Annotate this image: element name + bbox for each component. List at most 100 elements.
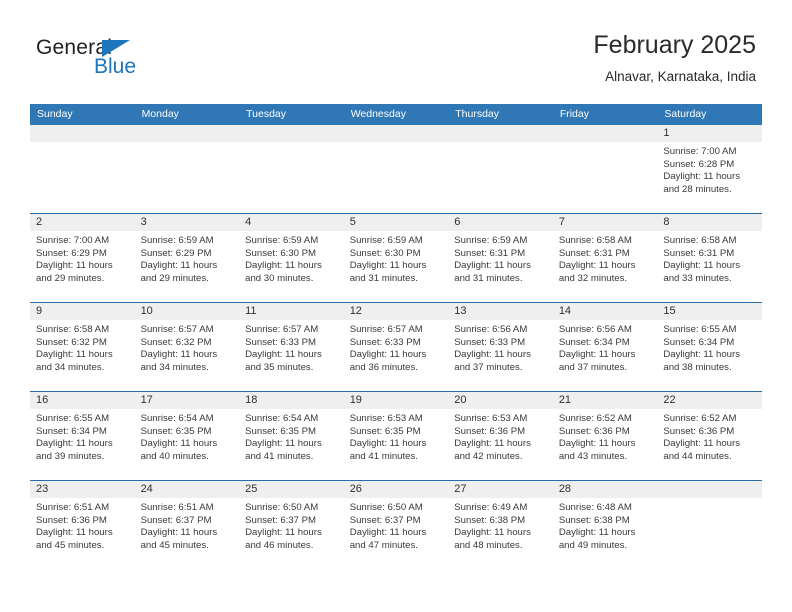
calendar-day-cell[interactable]: 17 Sunrise: 6:54 AM Sunset: 6:35 PM Dayligh… — [134, 392, 240, 480]
sunset-text: Sunset: 6:38 PM — [454, 514, 526, 526]
sunset-text: Sunset: 6:36 PM — [663, 425, 735, 437]
daylight-text-line2: and 45 minutes. — [36, 540, 105, 552]
calendar-day-cell[interactable]: 8 Sunrise: 6:58 AM Sunset: 6:31 PM Daylight… — [657, 214, 762, 302]
daylight-text-line1: Daylight: 11 hours — [245, 349, 322, 361]
daylight-text-line2: and 28 minutes. — [663, 184, 732, 196]
calendar-day-cell[interactable]: 23 Sunrise: 6:51 AM Sunset: 6:36 PM Dayligh… — [30, 481, 135, 569]
calendar-day-cell[interactable]: 2 Sunrise: 7:00 AM Sunset: 6:29 PM Daylight… — [30, 214, 135, 302]
sunrise-text: Sunrise: 6:57 AM — [140, 324, 214, 335]
sunrise-text: Sunrise: 6:59 AM — [245, 235, 319, 246]
sunrise-text: Sunrise: 6:59 AM — [349, 235, 423, 246]
calendar-weeks: 1 Sunrise: 7:00 AM Sunset: 6:28 PM Daylight… — [30, 125, 762, 569]
daylight-text-line2: and 29 minutes. — [36, 273, 105, 285]
day-details: Sunrise: 6:53 AM Sunset: 6:35 PM Daylight:… — [344, 409, 449, 464]
calendar-day-cell[interactable]: 28 Sunrise: 6:48 AM Sunset: 6:38 PM Dayligh… — [552, 481, 658, 569]
daylight-text-line1: Daylight: 11 hours — [454, 260, 531, 272]
calendar-day-cell[interactable]: 21 Sunrise: 6:52 AM Sunset: 6:36 PM Dayligh… — [552, 392, 658, 480]
day-details: Sunrise: 7:00 AM Sunset: 6:28 PM Daylight:… — [657, 142, 762, 197]
sunset-text: Sunset: 6:30 PM — [349, 247, 421, 259]
calendar-day-cell[interactable]: 16 Sunrise: 6:55 AM Sunset: 6:34 PM Dayligh… — [30, 392, 135, 480]
sunrise-text: Sunrise: 6:55 AM — [36, 413, 110, 424]
daylight-text-line1: Daylight: 11 hours — [140, 349, 218, 361]
calendar-day-cell-empty — [657, 481, 762, 569]
day-number: 13 — [448, 303, 553, 320]
day-details: Sunrise: 7:00 AM Sunset: 6:29 PM Daylight:… — [30, 231, 135, 286]
calendar-day-cell[interactable]: 4 Sunrise: 6:59 AM Sunset: 6:30 PM Daylight… — [239, 214, 344, 302]
sunset-text: Sunset: 6:31 PM — [454, 247, 526, 259]
sunrise-text: Sunrise: 6:50 AM — [245, 502, 319, 513]
sunrise-text: Sunrise: 6:51 AM — [36, 502, 110, 513]
sunset-text: Sunset: 6:36 PM — [558, 425, 630, 437]
calendar-day-cell[interactable]: 19 Sunrise: 6:53 AM Sunset: 6:35 PM Dayligh… — [343, 392, 449, 480]
day-details: Sunrise: 6:50 AM Sunset: 6:37 PM Daylight:… — [239, 498, 344, 553]
sunset-text: Sunset: 6:34 PM — [663, 336, 735, 348]
sunrise-text: Sunrise: 6:57 AM — [349, 324, 423, 335]
calendar-day-cell[interactable]: 7 Sunrise: 6:58 AM Sunset: 6:31 PM Daylight… — [552, 214, 658, 302]
day-details: Sunrise: 6:59 AM Sunset: 6:31 PM Daylight:… — [448, 231, 553, 286]
daylight-text-line2: and 38 minutes. — [663, 362, 732, 374]
day-details: Sunrise: 6:58 AM Sunset: 6:31 PM Daylight:… — [553, 231, 658, 286]
calendar-day-cell[interactable]: 6 Sunrise: 6:59 AM Sunset: 6:31 PM Daylight… — [448, 214, 553, 302]
calendar-day-cell[interactable]: 9 Sunrise: 6:58 AM Sunset: 6:32 PM Daylight… — [30, 303, 135, 391]
calendar-day-cell[interactable]: 15 Sunrise: 6:55 AM Sunset: 6:34 PM Dayligh… — [657, 303, 762, 391]
calendar-day-cell-empty — [448, 125, 553, 213]
daylight-text-line1: Daylight: 11 hours — [36, 527, 113, 539]
daylight-text-line2: and 31 minutes. — [454, 273, 523, 285]
daylight-text-line2: and 47 minutes. — [349, 540, 418, 552]
day-number: 1 — [657, 125, 762, 142]
sunrise-text: Sunrise: 6:58 AM — [36, 324, 110, 335]
calendar-day-cell[interactable]: 10 Sunrise: 6:57 AM Sunset: 6:32 PM Dayligh… — [134, 303, 240, 391]
day-number: 8 — [657, 214, 762, 231]
day-number: 3 — [134, 214, 240, 231]
calendar-week-row: 1 Sunrise: 7:00 AM Sunset: 6:28 PM Daylight… — [30, 125, 762, 213]
sunset-text: Sunset: 6:37 PM — [140, 514, 212, 526]
day-number: 21 — [552, 392, 658, 409]
weekday-header-sunday: Sunday — [37, 108, 73, 120]
daylight-text-line1: Daylight: 11 hours — [36, 260, 113, 272]
sunrise-text: Sunrise: 6:53 AM — [349, 413, 423, 424]
sunset-text: Sunset: 6:31 PM — [558, 247, 630, 259]
calendar-day-cell[interactable]: 24 Sunrise: 6:51 AM Sunset: 6:37 PM Dayligh… — [134, 481, 240, 569]
calendar-day-cell[interactable]: 26 Sunrise: 6:50 AM Sunset: 6:37 PM Dayligh… — [343, 481, 449, 569]
calendar-day-cell[interactable]: 20 Sunrise: 6:53 AM Sunset: 6:36 PM Dayligh… — [448, 392, 553, 480]
day-details: Sunrise: 6:51 AM Sunset: 6:37 PM Daylight:… — [135, 498, 240, 553]
daylight-text-line1: Daylight: 11 hours — [245, 527, 322, 539]
daylight-text-line1: Daylight: 11 hours — [454, 527, 531, 539]
daylight-text-line1: Daylight: 11 hours — [558, 260, 636, 272]
daylight-text-line1: Daylight: 11 hours — [558, 438, 636, 450]
sunrise-text: Sunrise: 6:56 AM — [454, 324, 528, 335]
calendar-day-cell-empty — [134, 125, 240, 213]
daylight-text-line2: and 48 minutes. — [454, 540, 523, 552]
calendar-day-cell[interactable]: 14 Sunrise: 6:56 AM Sunset: 6:34 PM Dayligh… — [552, 303, 658, 391]
calendar-day-cell[interactable]: 13 Sunrise: 6:56 AM Sunset: 6:33 PM Dayligh… — [448, 303, 553, 391]
calendar-day-cell[interactable]: 5 Sunrise: 6:59 AM Sunset: 6:30 PM Daylight… — [343, 214, 449, 302]
calendar-day-cell[interactable]: 1 Sunrise: 7:00 AM Sunset: 6:28 PM Daylight… — [657, 125, 762, 213]
calendar-day-cell[interactable]: 11 Sunrise: 6:57 AM Sunset: 6:33 PM Dayligh… — [239, 303, 344, 391]
general-blue-logo[interactable]: General Blue — [36, 36, 206, 84]
weekday-header-wednesday: Wednesday — [350, 108, 406, 120]
calendar-day-cell[interactable]: 25 Sunrise: 6:50 AM Sunset: 6:37 PM Dayligh… — [239, 481, 344, 569]
daylight-text-line2: and 36 minutes. — [349, 362, 418, 374]
sunset-text: Sunset: 6:33 PM — [454, 336, 526, 348]
day-details: Sunrise: 6:48 AM Sunset: 6:38 PM Daylight:… — [553, 498, 658, 553]
calendar-day-cell[interactable]: 22 Sunrise: 6:52 AM Sunset: 6:36 PM Dayligh… — [657, 392, 762, 480]
sunrise-text: Sunrise: 6:54 AM — [245, 413, 319, 424]
calendar-day-cell[interactable]: 3 Sunrise: 6:59 AM Sunset: 6:29 PM Daylight… — [134, 214, 240, 302]
calendar-day-cell[interactable]: 27 Sunrise: 6:49 AM Sunset: 6:38 PM Dayligh… — [448, 481, 553, 569]
page-subtitle-location: Alnavar, Karnataka, India — [605, 69, 756, 84]
sunset-text: Sunset: 6:35 PM — [140, 425, 212, 437]
day-details: Sunrise: 6:58 AM Sunset: 6:32 PM Daylight:… — [30, 320, 135, 375]
daylight-text-line1: Daylight: 11 hours — [245, 260, 322, 272]
day-number: 6 — [448, 214, 553, 231]
calendar-day-cell-empty — [30, 125, 135, 213]
sunset-text: Sunset: 6:37 PM — [349, 514, 421, 526]
calendar-week-row: 9 Sunrise: 6:58 AM Sunset: 6:32 PM Daylight… — [30, 302, 762, 391]
calendar-day-cell[interactable]: 12 Sunrise: 6:57 AM Sunset: 6:33 PM Dayligh… — [343, 303, 449, 391]
day-number: 7 — [552, 214, 658, 231]
day-details: Sunrise: 6:58 AM Sunset: 6:31 PM Daylight:… — [657, 231, 762, 286]
sunrise-text: Sunrise: 7:00 AM — [663, 146, 737, 157]
day-number — [239, 125, 344, 142]
day-number: 15 — [657, 303, 762, 320]
calendar-day-cell[interactable]: 18 Sunrise: 6:54 AM Sunset: 6:35 PM Dayligh… — [239, 392, 344, 480]
sunrise-text: Sunrise: 6:56 AM — [558, 324, 632, 335]
